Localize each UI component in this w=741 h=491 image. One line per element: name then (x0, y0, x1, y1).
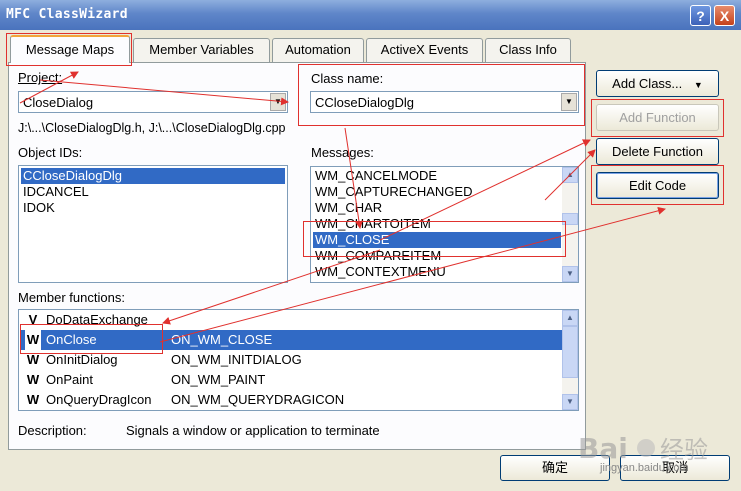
classwizard-window: MFC ClassWizard ? X Message Maps Member … (0, 0, 741, 491)
watermark-brand: Bai (578, 432, 628, 465)
tab-label: Message Maps (25, 42, 115, 57)
watermark-sub: jingyan.baidu.com (600, 462, 689, 474)
paw-icon (637, 439, 655, 457)
watermark-brand2: 经验 (660, 436, 708, 464)
tab-message-maps[interactable]: Message Maps (10, 35, 130, 63)
annotation-arrows (19, 71, 666, 343)
